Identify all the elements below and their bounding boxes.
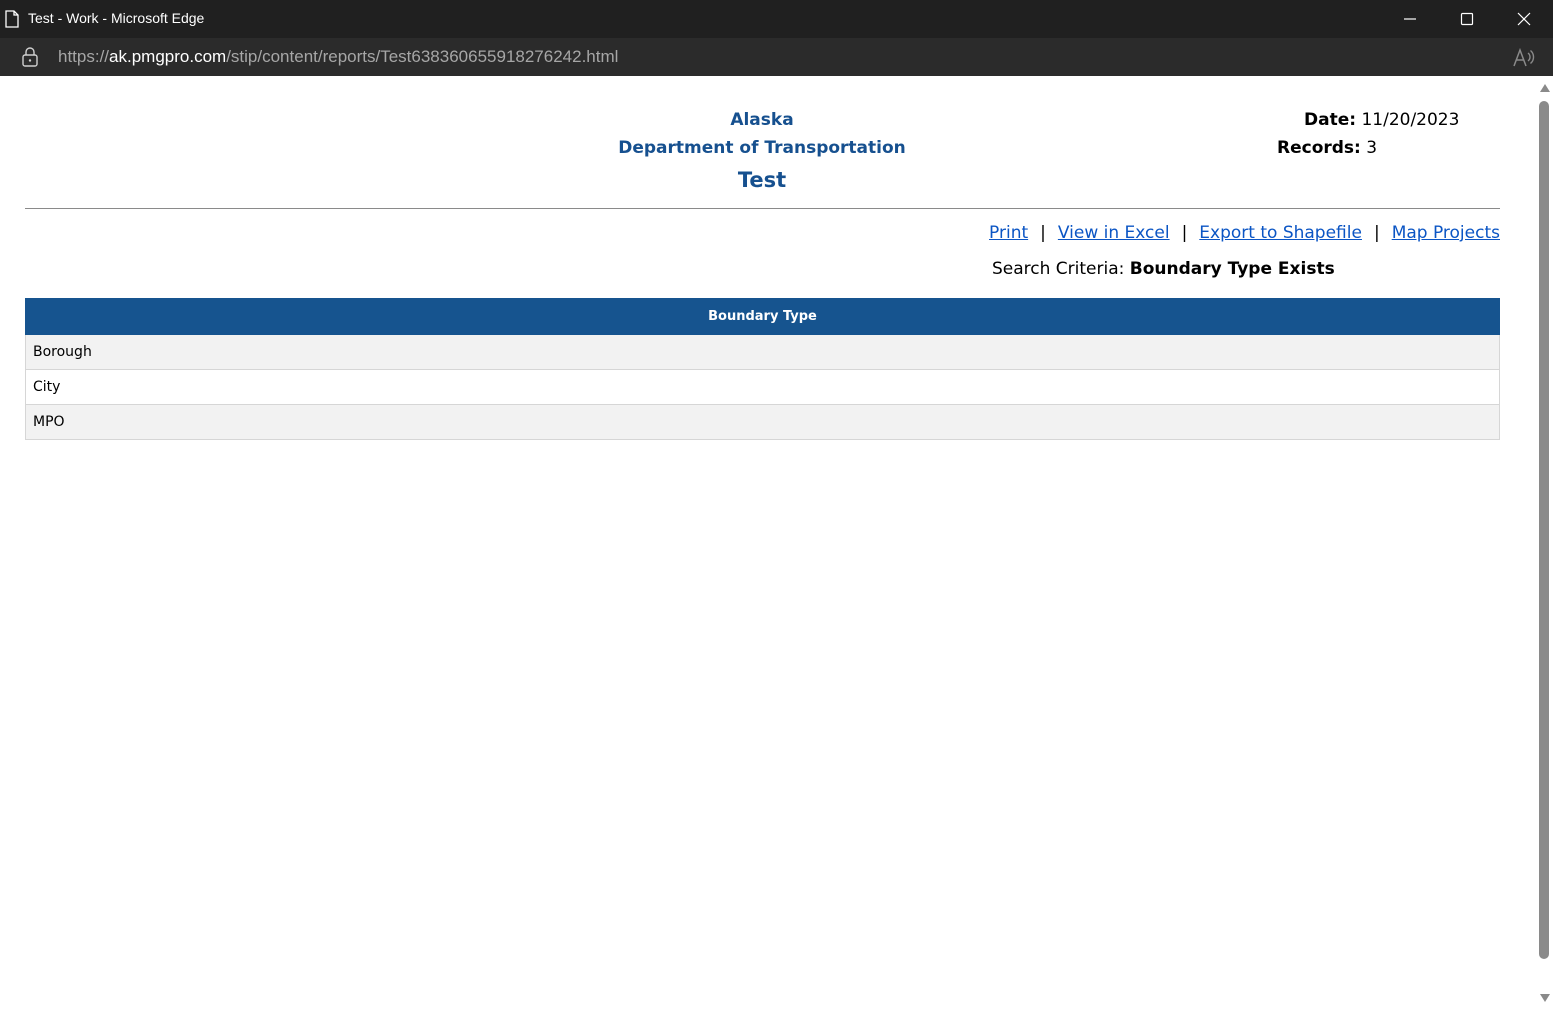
report-title: Test: [737, 168, 787, 192]
vertical-scrollbar[interactable]: [1536, 76, 1553, 1010]
address-bar: https://ak.pmgpro.com/stip/content/repor…: [0, 38, 1553, 76]
records-label: Records:: [1277, 138, 1361, 158]
map-projects-link[interactable]: Map Projects: [1392, 223, 1500, 243]
print-link[interactable]: Print: [989, 223, 1028, 243]
scroll-down-arrow-icon[interactable]: [1540, 994, 1550, 1002]
scroll-up-arrow-icon[interactable]: [1540, 84, 1550, 92]
results-table: Boundary Type Borough City MPO: [25, 298, 1500, 440]
action-separator: |: [1181, 223, 1188, 243]
records-line: Records: 3: [1277, 138, 1377, 158]
maximize-icon: [1460, 12, 1474, 26]
table-cell: MPO: [25, 404, 1500, 440]
lock-icon[interactable]: [21, 47, 39, 67]
read-aloud-icon[interactable]: [1512, 47, 1536, 69]
maximize-button[interactable]: [1439, 0, 1496, 38]
minimize-icon: [1404, 18, 1416, 20]
date-value: 11/20/2023: [1361, 110, 1460, 130]
date-line: Date: 11/20/2023: [1304, 110, 1459, 130]
action-separator: |: [1040, 223, 1046, 243]
criteria-value: Boundary Type Exists: [1129, 259, 1335, 279]
date-label: Date:: [1304, 110, 1357, 130]
url-host: ak.pmgpro.com: [109, 47, 227, 66]
header-divider: [25, 208, 1500, 209]
url-prefix: https://: [58, 47, 110, 66]
records-value: 3: [1366, 138, 1378, 158]
report-actions: Print | View in Excel | Export to Shapefile |…: [989, 223, 1500, 243]
window-title: Test - Work - Microsoft Edge: [28, 10, 205, 26]
action-separator: |: [1373, 223, 1380, 243]
table-row: City: [25, 369, 1500, 405]
table-row: Borough: [25, 334, 1500, 370]
scroll-thumb[interactable]: [1539, 101, 1549, 959]
table-cell: City: [25, 369, 1500, 405]
report-page: Alaska Department of Transportation Test…: [0, 76, 1536, 1010]
org-name: Alaska: [730, 110, 794, 130]
table-header-row: Boundary Type: [25, 298, 1500, 335]
minimize-button[interactable]: [1382, 0, 1439, 38]
close-button[interactable]: [1496, 0, 1553, 38]
column-header-boundary-type[interactable]: Boundary Type: [25, 298, 1500, 335]
criteria-label: Search Criteria:: [992, 259, 1125, 279]
title-bar: Test - Work - Microsoft Edge: [0, 0, 1553, 38]
url-path: /stip/content/reports/Test63836065591827…: [226, 47, 619, 66]
view-in-excel-link[interactable]: View in Excel: [1058, 223, 1170, 243]
url-field[interactable]: https://ak.pmgpro.com/stip/content/repor…: [58, 47, 618, 67]
document-icon: [5, 10, 19, 28]
export-shapefile-link[interactable]: Export to Shapefile: [1199, 223, 1362, 243]
close-icon: [1517, 12, 1531, 26]
table-cell: Borough: [25, 334, 1500, 370]
search-criteria: Search Criteria: Boundary Type Exists: [992, 259, 1335, 279]
table-row: MPO: [25, 404, 1500, 440]
